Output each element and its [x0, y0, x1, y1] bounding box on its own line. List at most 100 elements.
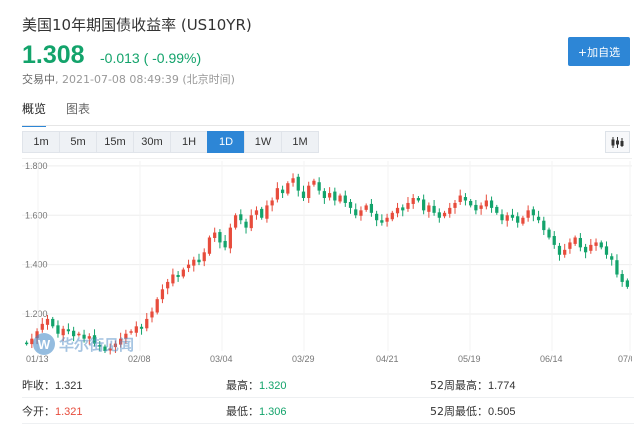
candle-body [510, 214, 515, 218]
stats-row: 昨收：1.321 最高：1.320 52周最高：1.774 [22, 372, 634, 398]
candle-body [484, 200, 488, 207]
candle-body [489, 200, 494, 208]
stat-prev-close: 昨收：1.321 [22, 378, 83, 392]
candle-body [437, 212, 441, 218]
candle-body [145, 318, 149, 329]
stat-open: 今开：1.321 [22, 404, 83, 418]
candle-body [260, 208, 264, 218]
candle-body [317, 182, 321, 191]
candle-body [390, 212, 394, 220]
x-tick-label: 03/29 [292, 354, 315, 364]
candle-body [233, 215, 238, 228]
tab-overview[interactable]: 概览 [22, 100, 47, 127]
trading-status: 交易中, 2021-07-08 08:49:39 (北京时间) [22, 71, 235, 87]
candle-body [583, 246, 588, 253]
status-timestamp: , 2021-07-08 08:49:39 (北京时间) [55, 73, 235, 86]
candle-body [364, 205, 368, 210]
x-tick-label: 01/13 [26, 354, 49, 364]
candle-body [453, 202, 457, 208]
candle-body [536, 216, 541, 221]
candle-body [343, 195, 347, 203]
candle-body [291, 178, 295, 183]
candle-body [401, 207, 405, 211]
period-1mo[interactable]: 1M [281, 131, 319, 153]
wallstreetcn-logo-icon: W [33, 333, 55, 355]
candle-body [207, 237, 212, 254]
candle-body [239, 214, 243, 221]
candle-body [192, 259, 196, 266]
period-1d[interactable]: 1D [207, 131, 245, 153]
y-tick-label: 1.600 [25, 210, 48, 220]
candle-body [469, 200, 473, 206]
candle-body [249, 215, 253, 229]
candle-body [416, 198, 421, 201]
tab-divider [22, 125, 630, 126]
candle-body [427, 205, 431, 212]
candle-body [218, 232, 222, 243]
candle-body [270, 200, 274, 206]
stat-52w-low: 52周最低：0.505 [430, 404, 516, 418]
candle-body [604, 246, 609, 255]
candle-body [547, 229, 551, 238]
watermark-text: 华尔街见闻 [59, 335, 135, 354]
candle-body [458, 195, 462, 202]
candle-body [254, 210, 259, 215]
candle-body [432, 205, 436, 213]
candle-body [176, 275, 180, 277]
candle-body [578, 237, 582, 248]
candle-body [474, 204, 478, 211]
add-watchlist-button[interactable]: +加自选 [568, 37, 630, 66]
x-tick-label: 06/14 [540, 354, 563, 364]
candle-body [369, 203, 374, 213]
candle-body [589, 244, 593, 251]
candle-body [568, 242, 572, 249]
candle-body [171, 274, 175, 284]
candle-body [51, 318, 55, 327]
candle-body [338, 195, 342, 202]
x-tick-label: 04/21 [376, 354, 399, 364]
candle-body [66, 329, 71, 332]
period-5m[interactable]: 5m [59, 131, 97, 153]
candle-body [197, 259, 201, 263]
candle-body [359, 210, 363, 216]
tab-chart[interactable]: 图表 [66, 100, 90, 127]
candle-body [186, 264, 191, 269]
candle-body [563, 249, 567, 255]
candle-body [213, 232, 217, 238]
candle-body [280, 189, 285, 194]
candle-body [422, 199, 426, 211]
candle-body [244, 221, 248, 228]
candle-body [526, 210, 530, 218]
candle-body [479, 205, 483, 209]
chart-indicator-button[interactable] [605, 131, 630, 153]
candle-body [411, 198, 415, 204]
period-1m[interactable]: 1m [22, 131, 60, 153]
period-15m[interactable]: 15m [96, 131, 134, 153]
candlestick-icon [611, 136, 624, 148]
y-tick-label: 1.800 [25, 161, 48, 171]
period-30m[interactable]: 30m [133, 131, 171, 153]
period-1w[interactable]: 1W [244, 131, 282, 153]
status-label: 交易中 [22, 73, 55, 86]
candle-body [442, 212, 447, 217]
candle-body [296, 176, 300, 191]
candle-body [166, 281, 170, 289]
candle-body [286, 183, 290, 194]
candle-body [354, 209, 358, 216]
current-price: 1.308 [22, 41, 85, 69]
candle-body [265, 205, 269, 219]
x-tick-label: 07/0 [618, 354, 632, 364]
watermark-logo: W 华尔街见闻 [33, 333, 134, 355]
candle-body [385, 217, 389, 222]
page-title: 美国10年期国债收益率 (US10YR) [22, 16, 252, 34]
x-tick-label: 05/19 [458, 354, 481, 364]
y-tick-label: 1.400 [25, 260, 48, 270]
candle-body [275, 188, 279, 200]
candle-body [557, 245, 562, 255]
period-1h[interactable]: 1H [170, 131, 208, 153]
candle-body [620, 274, 624, 282]
candle-body [150, 311, 154, 318]
candle-body [45, 318, 50, 325]
candle-body [625, 280, 630, 287]
candle-body [348, 201, 353, 208]
